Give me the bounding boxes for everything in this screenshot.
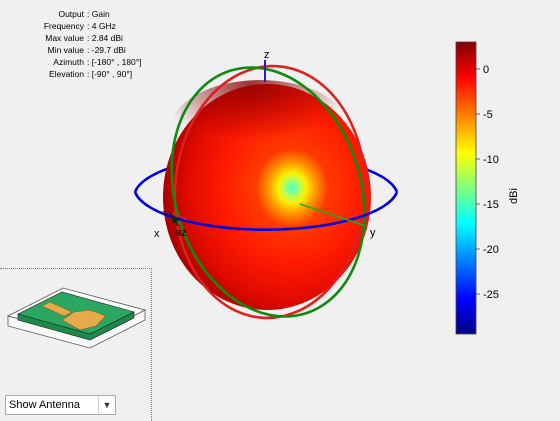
x-axis-label: x (154, 228, 160, 240)
colorbar-tick-label: -25 (483, 289, 499, 301)
chevron-down-icon[interactable]: ▼ (98, 396, 115, 414)
colorbar (455, 41, 477, 335)
show-antenna-select[interactable]: Show Antenna ▼ (5, 395, 116, 415)
colorbar-tick-label: -15 (483, 199, 499, 211)
antenna-preview-graphic[interactable] (0, 268, 152, 388)
y-axis-label: y (370, 227, 376, 239)
colorbar-tick-label: 0 (483, 64, 489, 76)
colorbar-tick-label: -10 (483, 154, 499, 166)
colorbar-label: dBi (508, 188, 520, 204)
el-label: el (163, 210, 170, 216)
colorbar-tick-label: -5 (483, 109, 493, 121)
colorbar-ticks: 0 -5 -10 -15 -20 -25 (476, 64, 499, 301)
show-antenna-select-value: Show Antenna (9, 399, 80, 411)
colorbar-tick-label: -20 (483, 244, 499, 256)
z-axis-label: z (264, 49, 270, 61)
az-label: az (175, 227, 187, 239)
